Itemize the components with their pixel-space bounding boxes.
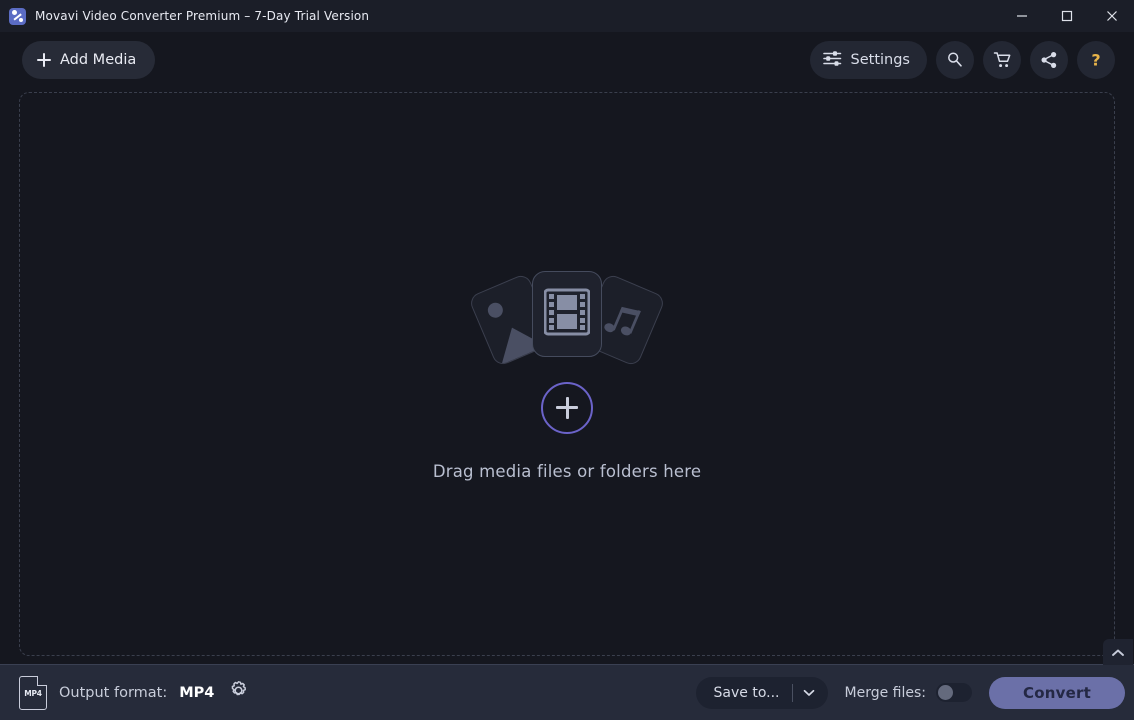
file-icon-label: MP4 (24, 689, 42, 698)
convert-button[interactable]: Convert (989, 676, 1125, 709)
add-media-button[interactable]: Add Media (22, 41, 156, 79)
close-button[interactable] (1089, 0, 1134, 32)
output-file-icon: MP4 (19, 675, 47, 710)
save-to-button[interactable]: Save to... (695, 676, 828, 709)
save-to-label: Save to... (713, 684, 780, 701)
help-button[interactable]: ? (1077, 41, 1115, 79)
toggle-knob (938, 685, 953, 700)
media-dropzone[interactable]: Drag media files or folders here (19, 92, 1133, 665)
chevron-down-icon (803, 685, 815, 701)
convert-label: Convert (1023, 683, 1091, 702)
media-placeholder-graphic (467, 268, 667, 367)
add-files-button[interactable] (541, 381, 593, 434)
cart-button[interactable] (983, 41, 1021, 79)
plus-icon (37, 53, 51, 67)
svg-text:?: ? (1091, 51, 1100, 70)
title-bar: Movavi Video Converter Premium – 7-Day T… (0, 0, 1134, 32)
window-title: Movavi Video Converter Premium – 7-Day T… (35, 9, 370, 23)
merge-files-toggle[interactable] (936, 683, 972, 702)
merge-files-label: Merge files: (844, 684, 926, 701)
window-controls (999, 0, 1134, 32)
main-toolbar: Add Media Settings ? (0, 32, 1134, 88)
minimize-button[interactable] (999, 0, 1044, 32)
search-button[interactable] (936, 41, 974, 79)
film-strip-card-icon (532, 270, 602, 357)
bottom-bar: MP4 Output format: MP4 Save to... Merge … (0, 664, 1134, 720)
maximize-button[interactable] (1044, 0, 1089, 32)
share-button[interactable] (1030, 41, 1068, 79)
main-canvas: Drag media files or folders here (0, 88, 1134, 665)
output-format-group: MP4 Output format: MP4 (19, 675, 250, 710)
output-format-value: MP4 (179, 684, 215, 701)
add-media-label: Add Media (60, 52, 137, 68)
toolbar-actions: Settings ? (809, 41, 1115, 79)
settings-button[interactable]: Settings (809, 41, 927, 79)
bottom-bar-actions: Save to... Merge files: Convert (695, 676, 1125, 709)
plus-circle-icon (556, 396, 578, 419)
collapse-panel-button[interactable] (1103, 639, 1133, 665)
sliders-icon (822, 50, 842, 71)
save-to-dropdown-toggle[interactable] (793, 685, 828, 701)
movavi-logo-icon (9, 7, 26, 25)
question-mark-icon: ? (1086, 50, 1106, 70)
search-icon (946, 51, 964, 69)
gear-icon (228, 680, 249, 705)
output-format-label: Output format: (59, 684, 168, 701)
chevron-up-icon (1111, 643, 1125, 662)
format-settings-button[interactable] (226, 681, 250, 705)
shopping-cart-icon (993, 51, 1012, 69)
share-icon (1040, 51, 1058, 69)
settings-label: Settings (850, 52, 910, 68)
dropzone-label: Drag media files or folders here (432, 461, 702, 481)
merge-files-group: Merge files: (845, 683, 972, 702)
